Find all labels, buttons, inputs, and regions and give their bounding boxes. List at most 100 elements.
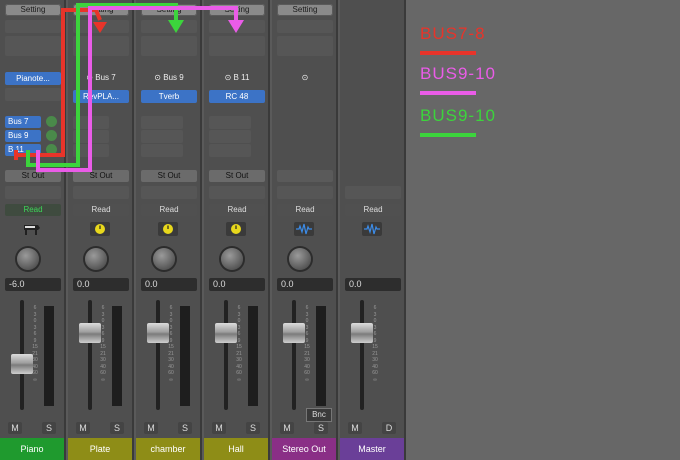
solo-button[interactable]: S xyxy=(110,422,124,434)
solo-button[interactable]: S xyxy=(314,422,328,434)
track-name[interactable]: Plate xyxy=(68,438,132,460)
pan-knob[interactable] xyxy=(289,248,311,270)
midi-fx-slot[interactable] xyxy=(277,36,333,56)
midi-fx-slot[interactable] xyxy=(5,36,61,56)
group-slot[interactable] xyxy=(209,186,265,199)
volume-fader[interactable] xyxy=(215,322,237,343)
automation-mode[interactable]: Read xyxy=(345,204,401,216)
dim-button[interactable]: D xyxy=(382,422,396,434)
output-slot[interactable]: St Out xyxy=(209,170,265,182)
setting-button[interactable]: Setting xyxy=(277,4,333,16)
clock-icon xyxy=(158,222,178,236)
input-slot[interactable]: ⊙ Bus 9 xyxy=(141,72,197,84)
mute-button[interactable]: M xyxy=(280,422,294,434)
mute-button[interactable]: M xyxy=(8,422,22,434)
output-slot[interactable]: St Out xyxy=(5,170,61,182)
send-slot-3[interactable] xyxy=(141,144,183,157)
instrument-slot[interactable]: Pianote... xyxy=(5,72,61,85)
output-slot[interactable]: St Out xyxy=(73,170,129,182)
volume-readout: 0.0 xyxy=(209,278,265,291)
volume-fader[interactable] xyxy=(79,322,101,343)
track-name[interactable]: Stereo Out xyxy=(272,438,336,460)
automation-mode[interactable]: Read xyxy=(277,204,333,216)
input-slot[interactable]: ⊙ B 11 xyxy=(209,72,265,84)
group-slot[interactable] xyxy=(141,186,197,199)
track-name[interactable]: Master xyxy=(340,438,404,460)
volume-fader[interactable] xyxy=(147,322,169,343)
automation-mode[interactable]: Read xyxy=(141,204,197,216)
send-slot-2[interactable] xyxy=(209,130,251,143)
solo-button[interactable]: S xyxy=(246,422,260,434)
setting-button[interactable]: Setting xyxy=(209,4,265,16)
group-slot[interactable] xyxy=(277,186,333,199)
automation-mode[interactable]: Read xyxy=(5,204,61,216)
volume-fader[interactable] xyxy=(11,354,33,374)
automation-mode[interactable]: Read xyxy=(209,204,265,216)
insert-slot[interactable] xyxy=(5,88,61,101)
send-slot-2[interactable] xyxy=(141,130,183,143)
legend-label-magenta: BUS9-10 xyxy=(420,64,496,83)
group-slot[interactable] xyxy=(5,186,61,199)
send-level-knob-3[interactable] xyxy=(46,144,57,155)
send-slot-3[interactable] xyxy=(209,144,251,157)
send-level-knob-1[interactable] xyxy=(46,116,57,127)
bounce-button[interactable]: Bnc xyxy=(306,408,332,422)
pan-knob[interactable] xyxy=(17,248,39,270)
send-slot-1[interactable]: Bus 7 xyxy=(5,116,41,128)
setting-button[interactable]: Setting xyxy=(73,4,129,16)
track-name[interactable]: Hall xyxy=(204,438,268,460)
send-slot-2[interactable]: Bus 9 xyxy=(5,130,41,142)
fader-scale: 6 3 0 3 6 9 15 21 30 40 60 ∞ xyxy=(168,305,174,383)
setting-button[interactable]: Setting xyxy=(141,4,197,16)
plugin-slot[interactable]: RC 48 xyxy=(209,90,265,103)
output-slot[interactable] xyxy=(277,170,333,182)
midi-fx-slot[interactable] xyxy=(141,36,197,56)
midi-fx-slot[interactable] xyxy=(209,36,265,56)
channel-strip-plate: Setting ⊙ Bus 7 RevPLA... St Out Read 0.… xyxy=(68,0,134,460)
mute-button[interactable]: M xyxy=(144,422,158,434)
volume-readout: 0.0 xyxy=(345,278,401,291)
channel-strip-chamber: Setting ⊙ Bus 9 Tverb St Out Read 0.0 63… xyxy=(136,0,202,460)
send-slot-1[interactable] xyxy=(73,116,109,129)
send-slot-1[interactable] xyxy=(209,116,251,129)
plugin-slot[interactable]: RevPLA... xyxy=(73,90,129,103)
level-meter xyxy=(112,306,122,406)
midi-fx-slot[interactable] xyxy=(73,36,129,56)
send-slot-3[interactable] xyxy=(73,144,109,157)
send-level-knob-2[interactable] xyxy=(46,130,57,141)
group-slot[interactable] xyxy=(345,186,401,199)
eq-slot[interactable] xyxy=(141,20,197,33)
plugin-slot[interactable]: Tverb xyxy=(141,90,197,103)
input-slot[interactable]: ⊙ xyxy=(277,72,333,84)
fader-track xyxy=(292,300,296,410)
setting-button[interactable]: Setting xyxy=(5,4,61,16)
solo-button[interactable]: S xyxy=(178,422,192,434)
send-slot-1[interactable] xyxy=(141,116,183,129)
pan-knob[interactable] xyxy=(85,248,107,270)
eq-slot[interactable] xyxy=(209,20,265,33)
solo-button[interactable]: S xyxy=(42,422,56,434)
pan-knob[interactable] xyxy=(221,248,243,270)
automation-mode[interactable]: Read xyxy=(73,204,129,216)
output-slot[interactable]: St Out xyxy=(141,170,197,182)
channel-strip-master: Read 0.0 6 3 0 3 6 9 15 21 30 40 60 ∞ M D Master xyxy=(340,0,406,460)
piano-icon xyxy=(22,222,42,236)
send-slot-2[interactable] xyxy=(73,130,109,143)
volume-fader[interactable] xyxy=(283,322,305,343)
clock-icon xyxy=(226,222,246,236)
track-name[interactable]: chamber xyxy=(136,438,200,460)
eq-slot[interactable] xyxy=(5,20,61,33)
mute-button[interactable]: M xyxy=(76,422,90,434)
mute-button[interactable]: M xyxy=(212,422,226,434)
volume-fader[interactable] xyxy=(351,322,373,343)
eq-slot[interactable] xyxy=(73,20,129,33)
send-slot-3[interactable]: B 11 xyxy=(5,144,41,156)
level-meter xyxy=(248,306,258,406)
group-slot[interactable] xyxy=(73,186,129,199)
mute-button[interactable]: M xyxy=(348,422,362,434)
fader-track xyxy=(88,300,92,410)
pan-knob[interactable] xyxy=(153,248,175,270)
track-name[interactable]: Piano xyxy=(0,438,64,460)
eq-slot[interactable] xyxy=(277,20,333,33)
input-slot[interactable]: ⊙ Bus 7 xyxy=(73,72,129,84)
